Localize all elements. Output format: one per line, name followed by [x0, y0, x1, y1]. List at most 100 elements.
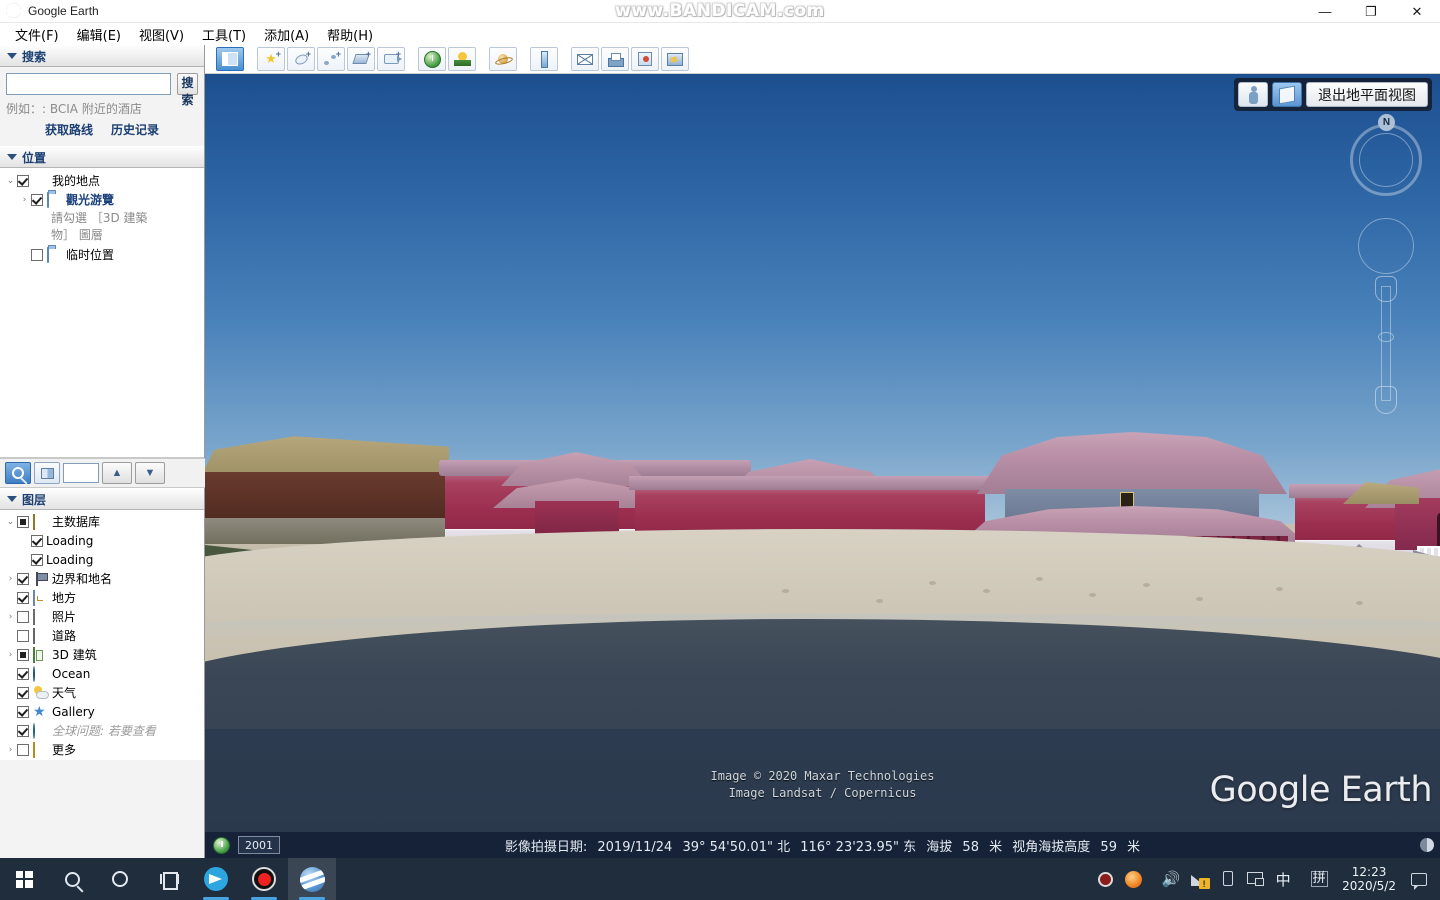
places-item-my-places[interactable]: ⌄ 我的地点 [0, 172, 204, 191]
layers-item-ocean[interactable]: Ocean [0, 665, 204, 684]
toggle-sidebar-button[interactable] [216, 47, 244, 71]
search-button[interactable]: 搜索 [177, 73, 198, 107]
tray-usb-icon[interactable] [1214, 858, 1240, 900]
close-button[interactable]: ✕ [1394, 0, 1440, 23]
email-button[interactable] [571, 47, 599, 71]
look-joystick[interactable] [1359, 133, 1413, 187]
layers-checkbox-ocean[interactable] [17, 668, 29, 680]
layers-checkbox-global-awareness[interactable] [17, 725, 29, 737]
layers-checkbox-more[interactable] [17, 744, 29, 756]
layers-checkbox-loading-2[interactable] [31, 554, 43, 566]
expander-icon[interactable]: › [4, 608, 17, 627]
tray-bandicam-icon[interactable] [1092, 858, 1118, 900]
save-image-button[interactable] [631, 47, 659, 71]
layers-checkbox-loading-1[interactable] [31, 535, 43, 547]
search-taskbar-button[interactable] [48, 858, 96, 900]
print-button[interactable] [601, 47, 629, 71]
layers-checkbox-borders-labels[interactable] [17, 573, 29, 585]
zoom-out-button[interactable] [1375, 386, 1397, 414]
layers-item-3d-buildings[interactable]: › 3D 建筑 [0, 646, 204, 665]
record-tour-button[interactable]: + [377, 47, 405, 71]
navigation-controls[interactable]: N [1350, 114, 1422, 424]
add-image-overlay-button[interactable]: + [347, 47, 375, 71]
history-clock-icon[interactable] [213, 836, 230, 854]
layers-item-more[interactable]: › 更多 [0, 741, 204, 760]
google-earth-taskbar-button[interactable] [288, 858, 336, 900]
menu-file[interactable]: 文件(F) [6, 23, 68, 46]
historical-imagery-button[interactable] [418, 47, 446, 71]
places-filter-input[interactable] [63, 463, 99, 483]
layers-item-borders-labels[interactable]: › 边界和地名 [0, 570, 204, 589]
places-move-down-button[interactable]: ▼ [135, 462, 165, 484]
add-placemark-button[interactable]: ★ + [257, 47, 285, 71]
exit-ground-view-button[interactable]: 退出地平面视图 [1306, 82, 1428, 107]
history-link[interactable]: 历史记录 [111, 121, 159, 138]
tray-volume-icon[interactable]: 🔊 [1158, 858, 1184, 900]
places-checkbox-sightseeing-tour[interactable] [31, 194, 43, 206]
tray-firefox-icon[interactable] [1120, 858, 1146, 900]
pegman-button[interactable] [1238, 82, 1268, 107]
expander-icon[interactable]: › [4, 646, 17, 665]
historical-year-badge[interactable]: 2001 [238, 836, 280, 854]
layers-checkbox-3d-buildings[interactable] [17, 649, 29, 661]
measure-button[interactable] [530, 47, 558, 71]
layers-item-loading-2[interactable]: Loading [0, 551, 204, 570]
layers-checkbox-photos[interactable] [17, 611, 29, 623]
layers-checkbox-roads[interactable] [17, 630, 29, 642]
bandicam-taskbar-button[interactable] [240, 858, 288, 900]
cortana-button[interactable] [96, 858, 144, 900]
3d-viewport[interactable]: 退出地平面视图 N Image © 2020 Maxar Technologie… [205, 74, 1440, 858]
layers-item-global-awareness[interactable]: 全球问题: 若要查看 [0, 722, 204, 741]
menu-add[interactable]: 添加(A) [255, 23, 318, 46]
start-button[interactable] [0, 858, 48, 900]
places-view-toggle[interactable] [34, 462, 60, 484]
places-item-temporary-places[interactable]: 临时位置 [0, 246, 204, 265]
expander-icon[interactable]: › [18, 191, 31, 210]
compass-north-label[interactable]: N [1378, 114, 1395, 131]
layers-item-loading-1[interactable]: Loading [0, 532, 204, 551]
layers-checkbox-weather[interactable] [17, 687, 29, 699]
places-item-sightseeing-tour[interactable]: › 觀光游覽 [0, 191, 204, 210]
zoom-slider-track[interactable] [1381, 286, 1391, 401]
tray-network-icon[interactable] [1186, 858, 1212, 900]
layers-checkbox-places[interactable] [17, 592, 29, 604]
places-checkbox-temporary-places[interactable] [31, 249, 43, 261]
switch-sky-button[interactable] [489, 47, 517, 71]
get-directions-link[interactable]: 获取路线 [45, 121, 93, 138]
menu-view[interactable]: 视图(V) [130, 23, 193, 46]
places-search-toggle[interactable] [5, 462, 31, 484]
layers-item-primary-database[interactable]: ⌄ 主数据库 [0, 513, 204, 532]
expander-icon[interactable]: ⌄ [4, 172, 17, 191]
menu-tools[interactable]: 工具(T) [193, 23, 255, 46]
taskbar-clock[interactable]: 12:23 2020/5/2 [1334, 865, 1404, 893]
telegram-taskbar-button[interactable] [192, 858, 240, 900]
layers-checkbox-primary-database[interactable] [17, 516, 29, 528]
minimize-button[interactable]: — [1302, 0, 1348, 23]
layers-item-roads[interactable]: 道路 [0, 627, 204, 646]
tray-display-icon[interactable] [1242, 858, 1268, 900]
places-panel-header[interactable]: 位置 [0, 146, 204, 168]
sunlight-button[interactable] [448, 47, 476, 71]
expander-icon[interactable]: ⌄ [4, 513, 17, 532]
view-in-maps-button[interactable] [661, 47, 689, 71]
add-path-button[interactable]: + [317, 47, 345, 71]
search-panel-header[interactable]: 搜索 [0, 45, 204, 67]
places-checkbox-my-places[interactable] [17, 175, 29, 187]
move-joystick[interactable] [1358, 218, 1414, 274]
task-view-button[interactable] [144, 858, 192, 900]
layers-item-places[interactable]: 地方 [0, 589, 204, 608]
places-move-up-button[interactable]: ▲ [102, 462, 132, 484]
maximize-button[interactable]: ❐ [1348, 0, 1394, 23]
zoom-slider-handle[interactable] [1378, 332, 1394, 342]
tray-ime-pinyin[interactable]: 拼 [1306, 858, 1332, 900]
search-input[interactable] [6, 73, 171, 95]
expander-icon[interactable]: › [4, 570, 17, 589]
expander-icon[interactable]: › [4, 741, 17, 760]
menu-edit[interactable]: 编辑(E) [68, 23, 130, 46]
notification-center-button[interactable] [1406, 858, 1432, 900]
3d-buildings-toggle-button[interactable] [1272, 82, 1302, 107]
layers-item-photos[interactable]: › 照片 [0, 608, 204, 627]
layers-item-weather[interactable]: 天气 [0, 684, 204, 703]
menu-help[interactable]: 帮助(H) [318, 23, 382, 46]
tray-ime-mode[interactable]: 中 [1270, 858, 1296, 900]
